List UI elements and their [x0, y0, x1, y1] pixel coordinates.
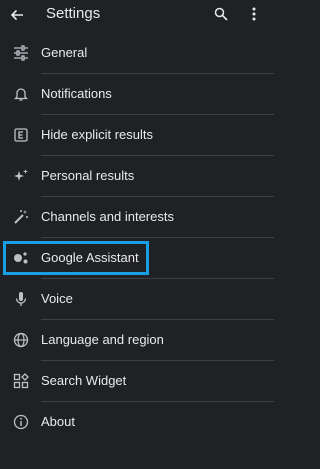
settings-item-label: Search Widget	[41, 373, 127, 388]
settings-item-personal-results[interactable]: Personal results	[0, 156, 274, 197]
settings-item-notifications[interactable]: Notifications	[0, 74, 274, 115]
globe-icon	[13, 332, 29, 348]
settings-item-general[interactable]: General	[0, 33, 274, 74]
sliders-icon	[13, 45, 29, 61]
assistant-icon	[13, 250, 29, 266]
settings-item-label: Voice	[41, 291, 73, 306]
settings-item-label: Channels and interests	[41, 209, 174, 224]
settings-item-label: Language and region	[41, 332, 164, 347]
info-icon	[13, 414, 29, 430]
app-bar: Settings	[0, 0, 274, 30]
settings-item-voice[interactable]: Voice	[0, 279, 274, 320]
settings-item-google-assistant[interactable]: Google Assistant	[0, 238, 274, 279]
page-title: Settings	[46, 5, 101, 22]
settings-item-label: About	[41, 414, 75, 429]
magic-wand-icon	[13, 209, 29, 225]
back-arrow-icon[interactable]	[9, 7, 25, 23]
settings-item-label: General	[41, 45, 88, 60]
widget-icon	[13, 373, 29, 389]
search-icon[interactable]	[214, 7, 228, 21]
settings-item-label: Notifications	[41, 86, 112, 101]
settings-item-hide-explicit[interactable]: Hide explicit results	[0, 115, 274, 156]
settings-item-search-widget[interactable]: Search Widget	[0, 361, 274, 402]
more-options-icon[interactable]	[250, 6, 258, 22]
bell-icon	[13, 86, 29, 102]
microphone-icon	[13, 291, 29, 307]
settings-item-label: Google Assistant	[41, 250, 139, 265]
settings-item-label: Personal results	[41, 168, 135, 183]
settings-item-about[interactable]: About	[0, 402, 274, 442]
settings-item-language[interactable]: Language and region	[0, 320, 274, 361]
settings-item-label: Hide explicit results	[41, 127, 153, 142]
settings-list: General Notifications Hide explicit resu…	[0, 33, 274, 443]
settings-item-channels[interactable]: Channels and interests	[0, 197, 274, 238]
explicit-icon	[13, 127, 29, 143]
sparkle-icon	[13, 168, 29, 184]
